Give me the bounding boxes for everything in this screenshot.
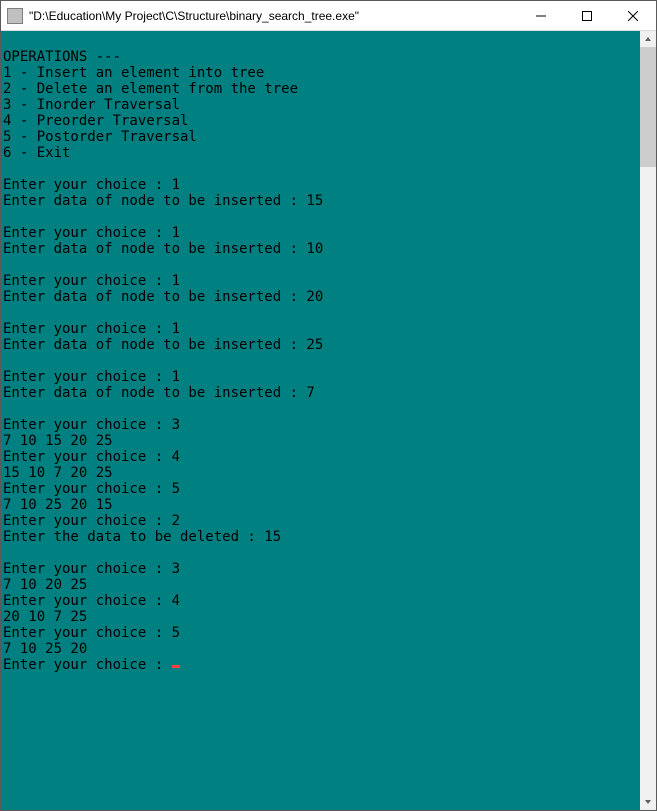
console-line: 7 10 20 25 bbox=[3, 577, 87, 593]
console-line: Enter your choice : 4 bbox=[3, 449, 180, 465]
console-line: Enter data of node to be inserted : 10 bbox=[3, 241, 323, 257]
maximize-icon bbox=[582, 11, 592, 21]
console-line: 7 10 25 20 15 bbox=[3, 497, 113, 513]
console-area: OPERATIONS --- 1 - Insert an element int… bbox=[1, 31, 656, 810]
console-line: Enter your choice : 1 bbox=[3, 273, 180, 289]
console-prompt: Enter your choice : bbox=[3, 657, 172, 673]
chevron-down-icon bbox=[644, 798, 652, 806]
console-line: Enter your choice : 5 bbox=[3, 625, 180, 641]
console-line: Enter your choice : 3 bbox=[3, 417, 180, 433]
scroll-thumb[interactable] bbox=[640, 47, 656, 167]
console-line: Enter the data to be deleted : 15 bbox=[3, 529, 281, 545]
chevron-up-icon bbox=[644, 35, 652, 43]
console-line: 7 10 25 20 bbox=[3, 641, 87, 657]
console-line: Enter data of node to be inserted : 20 bbox=[3, 289, 323, 305]
console-line: Enter your choice : 1 bbox=[3, 321, 180, 337]
console-line: 3 - Inorder Traversal bbox=[3, 97, 180, 113]
app-icon bbox=[7, 8, 23, 24]
console-line: 20 10 7 25 bbox=[3, 609, 87, 625]
console-line: 7 10 15 20 25 bbox=[3, 433, 113, 449]
console-line: Enter data of node to be inserted : 7 bbox=[3, 385, 315, 401]
console-line: Enter your choice : 3 bbox=[3, 561, 180, 577]
titlebar[interactable]: "D:\Education\My Project\C\Structure\bin… bbox=[1, 1, 656, 31]
app-window: "D:\Education\My Project\C\Structure\bin… bbox=[0, 0, 657, 811]
console-line: Enter data of node to be inserted : 25 bbox=[3, 337, 323, 353]
console-line: Enter your choice : 2 bbox=[3, 513, 180, 529]
console-line: Enter your choice : 4 bbox=[3, 593, 180, 609]
console-line: Enter your choice : 1 bbox=[3, 369, 180, 385]
console-line: 5 - Postorder Traversal bbox=[3, 129, 197, 145]
console-line: 4 - Preorder Traversal bbox=[3, 113, 188, 129]
console-line: OPERATIONS --- bbox=[3, 49, 121, 65]
scrollbar-vertical[interactable] bbox=[640, 31, 656, 810]
cursor bbox=[172, 665, 180, 668]
minimize-icon bbox=[536, 11, 546, 21]
console-line: 15 10 7 20 25 bbox=[3, 465, 113, 481]
scroll-down-button[interactable] bbox=[640, 794, 656, 810]
console-output[interactable]: OPERATIONS --- 1 - Insert an element int… bbox=[1, 31, 640, 810]
close-icon bbox=[628, 11, 638, 21]
console-line: Enter your choice : 1 bbox=[3, 177, 180, 193]
scroll-up-button[interactable] bbox=[640, 31, 656, 47]
close-button[interactable] bbox=[610, 1, 656, 30]
console-line: 1 - Insert an element into tree bbox=[3, 65, 264, 81]
console-line: 2 - Delete an element from the tree bbox=[3, 81, 298, 97]
console-line: 6 - Exit bbox=[3, 145, 70, 161]
minimize-button[interactable] bbox=[518, 1, 564, 30]
window-controls bbox=[518, 1, 656, 30]
console-line: Enter data of node to be inserted : 15 bbox=[3, 193, 323, 209]
console-line: Enter your choice : 5 bbox=[3, 481, 180, 497]
maximize-button[interactable] bbox=[564, 1, 610, 30]
window-title: "D:\Education\My Project\C\Structure\bin… bbox=[29, 9, 518, 23]
console-line: Enter your choice : 1 bbox=[3, 225, 180, 241]
